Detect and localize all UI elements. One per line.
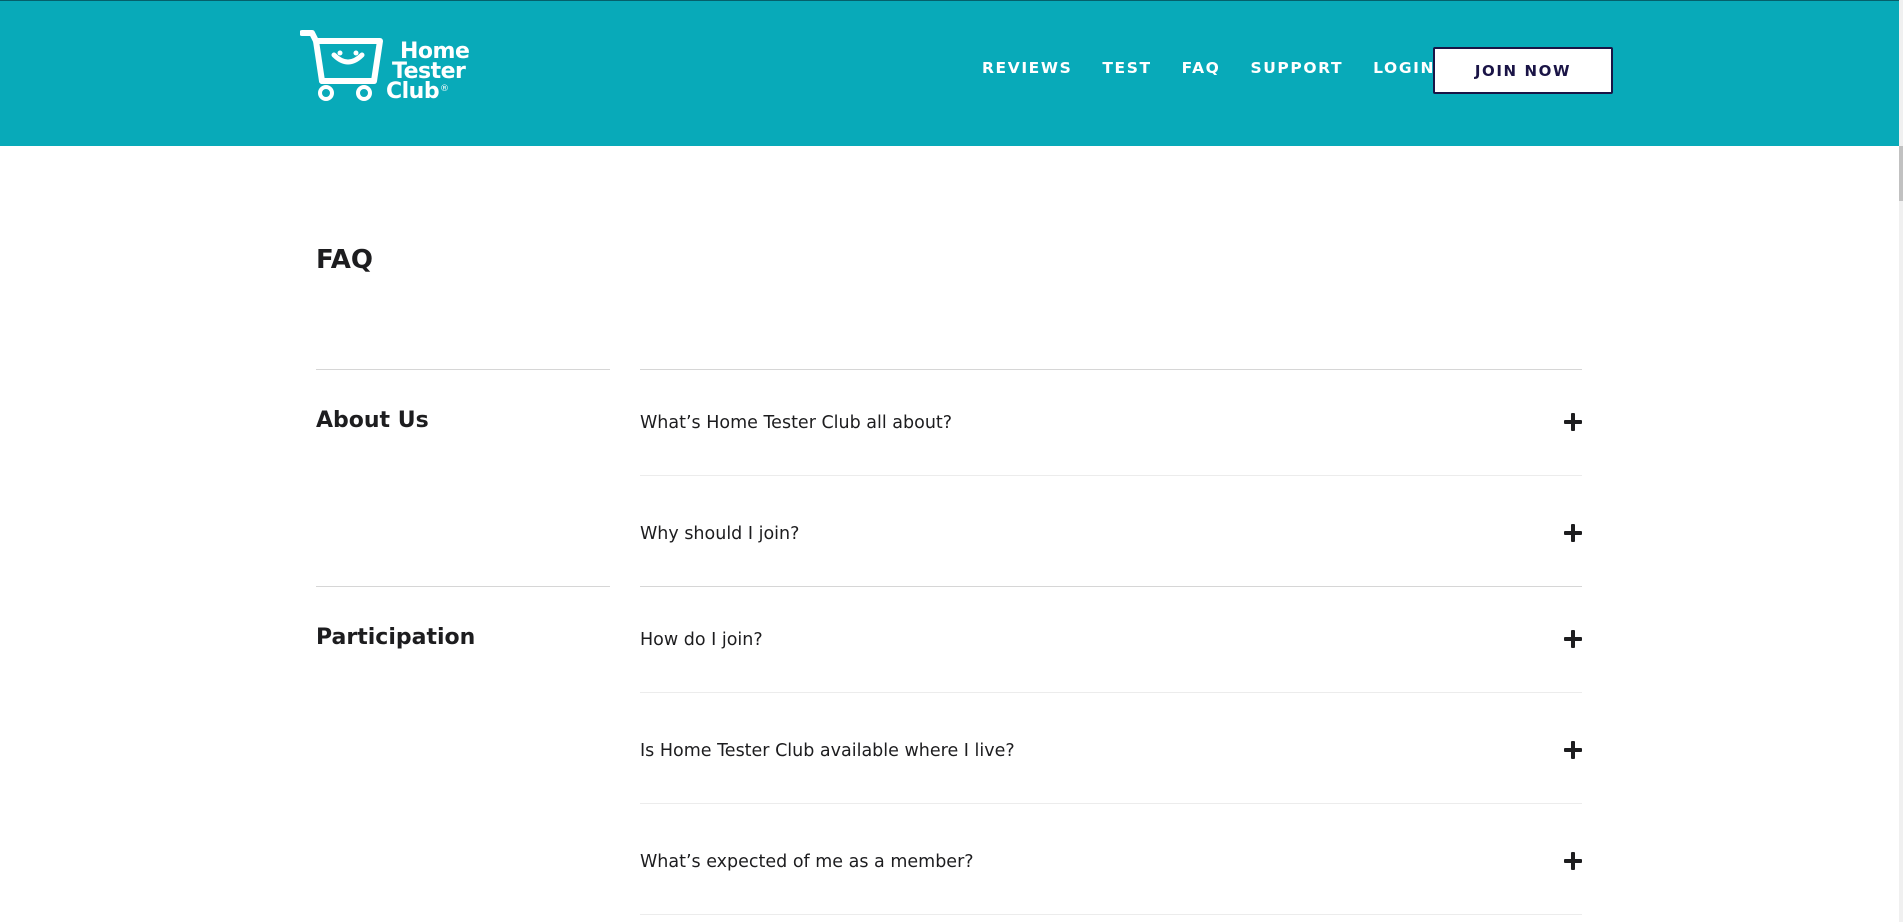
category-title-participation: Participation	[316, 625, 476, 650]
category-title-about-us: About Us	[316, 408, 429, 433]
faq-question: What’s expected of me as a member?	[640, 852, 974, 872]
section-divider	[640, 369, 1582, 370]
shopping-cart-icon	[300, 30, 383, 101]
section-divider	[316, 586, 610, 587]
faq-question: What’s Home Tester Club all about?	[640, 413, 953, 433]
plus-icon[interactable]	[1564, 630, 1582, 648]
plus-icon[interactable]	[1564, 741, 1582, 759]
nav-test[interactable]: TEST	[1102, 59, 1151, 79]
join-now-button[interactable]: JOIN NOW	[1433, 47, 1613, 94]
row-divider	[640, 914, 1582, 915]
row-divider	[640, 692, 1582, 693]
nav-login[interactable]: LOGIN	[1373, 59, 1435, 79]
main-nav: REVIEWS TEST FAQ SUPPORT LOGIN	[982, 59, 1465, 79]
plus-icon[interactable]	[1564, 413, 1582, 431]
faq-question: Why should I join?	[640, 524, 800, 544]
row-divider	[640, 475, 1582, 476]
scrollbar-thumb[interactable]	[1899, 146, 1903, 201]
faq-item[interactable]: What’s Home Tester Club all about?	[640, 403, 1582, 443]
scrollbar-track[interactable]	[1899, 0, 1903, 922]
page-title: FAQ	[316, 245, 374, 275]
nav-faq[interactable]: FAQ	[1182, 59, 1221, 79]
nav-reviews[interactable]: REVIEWS	[982, 59, 1072, 79]
faq-item[interactable]: Is Home Tester Club available where I li…	[640, 731, 1582, 771]
faq-question: How do I join?	[640, 630, 763, 650]
faq-item[interactable]: Why should I join?	[640, 514, 1582, 554]
faq-item[interactable]: How do I join?	[640, 620, 1582, 660]
nav-support[interactable]: SUPPORT	[1250, 59, 1343, 79]
site-header: Home Tester Club ® REVIEWS TEST FAQ SUPP…	[0, 0, 1899, 146]
logo-text-club: Club	[386, 79, 440, 104]
faq-item[interactable]: What’s expected of me as a member?	[640, 842, 1582, 882]
registered-mark: ®	[440, 84, 449, 94]
faq-question: Is Home Tester Club available where I li…	[640, 741, 1015, 761]
plus-icon[interactable]	[1564, 852, 1582, 870]
row-divider	[640, 803, 1582, 804]
section-divider	[640, 586, 1582, 587]
home-tester-club-logo[interactable]: Home Tester Club ®	[300, 29, 480, 105]
section-divider	[316, 369, 610, 370]
plus-icon[interactable]	[1564, 524, 1582, 542]
